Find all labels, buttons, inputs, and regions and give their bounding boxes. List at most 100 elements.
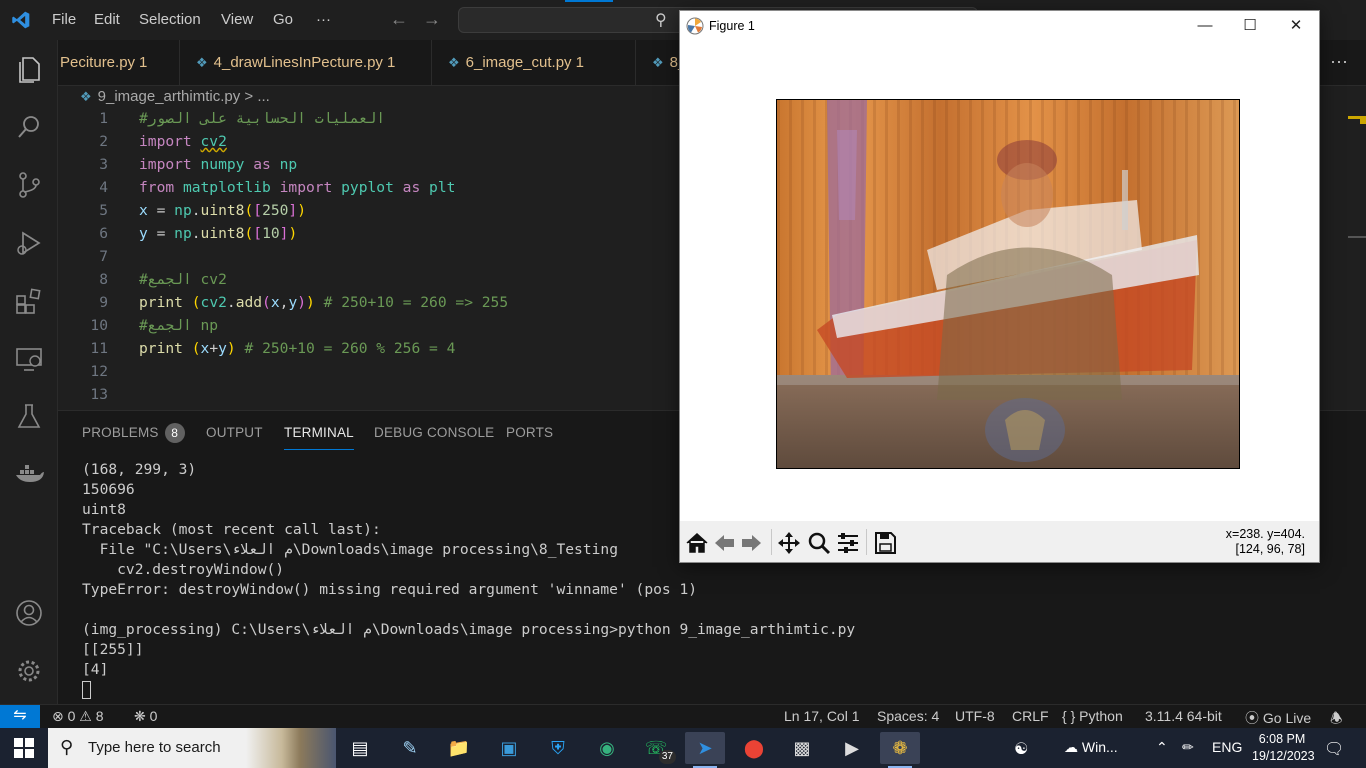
menu-edit[interactable]: Edit bbox=[94, 11, 120, 28]
notification-center-icon[interactable]: 🗨 bbox=[1324, 739, 1344, 759]
settings-gear-icon[interactable] bbox=[14, 656, 44, 686]
search-placeholder: Type here to search bbox=[88, 739, 221, 756]
status-cursor-position[interactable]: Ln 17, Col 1 bbox=[784, 708, 860, 724]
tab-problem-count: 1 bbox=[575, 54, 584, 71]
pan-move-icon[interactable] bbox=[776, 530, 802, 556]
account-icon[interactable] bbox=[14, 598, 44, 628]
edge-browser-icon[interactable]: ◉ bbox=[587, 732, 627, 764]
panel-tab-terminal[interactable]: TERMINAL bbox=[284, 425, 354, 450]
vscode-taskbar-icon[interactable]: ➤ bbox=[685, 732, 725, 768]
panel-tab-ports[interactable]: PORTS bbox=[506, 425, 553, 440]
pen-icon[interactable]: ✏ bbox=[1182, 739, 1194, 756]
status-eol[interactable]: CRLF bbox=[1012, 708, 1049, 724]
line-number: 11 bbox=[90, 340, 108, 357]
ports-count: 0 bbox=[149, 708, 158, 724]
python-file-icon: ❖ bbox=[80, 89, 92, 104]
security-shield-icon[interactable]: ⛨ bbox=[538, 732, 578, 764]
tab-image-cut[interactable]: ❖ 6_image_cut.py 1 bbox=[434, 40, 636, 86]
terminal-line: TypeError: destroyWindow() missing requi… bbox=[82, 581, 698, 598]
tab-peciture[interactable]: Peciture.py 1 bbox=[58, 40, 180, 86]
code-editor[interactable]: 1 #العمليات الحسابية على الصور 2 import … bbox=[58, 108, 680, 408]
status-interpreter[interactable]: 3.11.4 64-bit bbox=[1145, 708, 1222, 724]
terminal-line: [4] bbox=[82, 661, 109, 678]
status-language[interactable]: { } Python bbox=[1062, 708, 1123, 724]
taskbar-search-box[interactable]: ⚲ Type here to search bbox=[48, 728, 336, 768]
forward-arrow-icon[interactable]: → bbox=[423, 9, 441, 30]
breadcrumb-rest[interactable]: > ... bbox=[244, 88, 269, 105]
menu-more[interactable]: ··· bbox=[316, 11, 331, 28]
configure-subplots-icon[interactable] bbox=[835, 530, 861, 556]
task-view-icon[interactable]: ▤ bbox=[340, 732, 380, 764]
file-explorer-icon[interactable]: 📁 bbox=[439, 732, 479, 764]
image-axes[interactable] bbox=[776, 99, 1240, 469]
maximize-icon[interactable]: ☐ bbox=[1235, 15, 1265, 37]
app-l-icon[interactable]: ▣ bbox=[489, 732, 529, 764]
code-comment: #الجمع cv2 bbox=[139, 271, 227, 288]
status-golive[interactable]: ⦿ Go Live bbox=[1245, 708, 1311, 728]
figure-canvas[interactable] bbox=[680, 41, 1319, 521]
run-debug-icon[interactable] bbox=[14, 228, 44, 258]
people-icon[interactable]: ☯ bbox=[1014, 739, 1028, 759]
whatsapp-icon[interactable]: ☏ 37 bbox=[636, 732, 676, 764]
search-icon[interactable] bbox=[14, 112, 44, 142]
panel-tab-problems[interactable]: PROBLEMS 8 bbox=[82, 423, 185, 443]
remote-explorer-icon[interactable] bbox=[14, 344, 44, 374]
forward-arrow-icon[interactable] bbox=[738, 530, 764, 556]
toolbar-separator bbox=[771, 529, 772, 555]
accent-strip bbox=[565, 0, 613, 2]
toolbar-separator bbox=[866, 529, 867, 555]
line-number: 6 bbox=[99, 225, 108, 242]
clock-time: 6:08 PM bbox=[1258, 732, 1306, 746]
chrome-icon[interactable]: ⬤ bbox=[734, 732, 774, 764]
editor-overview-ruler[interactable] bbox=[1320, 86, 1366, 408]
home-icon[interactable] bbox=[684, 530, 710, 556]
save-disk-icon[interactable] bbox=[872, 530, 898, 556]
breadcrumb-file[interactable]: 9_image_arthimtic.py bbox=[98, 88, 241, 105]
editor-scrollbar[interactable] bbox=[1348, 236, 1366, 238]
weather-widget[interactable]: ☁ Win... bbox=[1064, 739, 1118, 756]
terminal-cmd-icon[interactable]: ▩ bbox=[782, 732, 822, 764]
code-comment: # 250+10 = 260 % 256 = 4 bbox=[244, 340, 456, 357]
status-errors[interactable]: ⊗ 0 ⚠ 8 bbox=[52, 708, 104, 725]
remote-indicator-icon[interactable]: ⇋ bbox=[0, 705, 40, 729]
code-line: 11 print (x+y) # 250+10 = 260 % 256 = 4 bbox=[58, 340, 678, 363]
menu-view[interactable]: View bbox=[221, 11, 253, 28]
minimize-icon[interactable]: — bbox=[1190, 15, 1220, 37]
menu-go[interactable]: Go bbox=[273, 11, 293, 28]
more-actions-icon[interactable]: ··· bbox=[1330, 51, 1348, 72]
search-highlight-image bbox=[246, 728, 336, 768]
source-control-icon[interactable] bbox=[14, 170, 44, 200]
menu-selection[interactable]: Selection bbox=[139, 11, 201, 28]
windows-start-icon[interactable] bbox=[14, 738, 34, 758]
show-hidden-icons-chevron-icon[interactable]: ⌃ bbox=[1156, 739, 1168, 756]
taskbar-clock[interactable]: 6:08 PM 19/12/2023 bbox=[1252, 731, 1315, 765]
docker-icon[interactable] bbox=[14, 460, 44, 490]
extensions-icon[interactable] bbox=[14, 286, 44, 316]
explorer-icon[interactable] bbox=[14, 54, 44, 84]
terminal-prompt[interactable] bbox=[82, 681, 855, 701]
notepad-app-icon[interactable]: ✎ bbox=[390, 732, 430, 764]
figure-title: Figure 1 bbox=[709, 19, 755, 33]
code-line: 9 print (cv2.add(x,y)) # 250+10 = 260 =>… bbox=[58, 294, 678, 317]
status-indentation[interactable]: Spaces: 4 bbox=[877, 708, 939, 724]
line-number: 10 bbox=[90, 317, 108, 334]
matplotlib-figure-icon[interactable]: ❁ bbox=[880, 732, 920, 768]
zoom-magnifier-icon[interactable] bbox=[806, 530, 832, 556]
input-language[interactable]: ENG bbox=[1212, 739, 1242, 755]
status-encoding[interactable]: UTF-8 bbox=[955, 708, 995, 724]
close-icon[interactable]: ✕ bbox=[1281, 15, 1311, 37]
figure-titlebar[interactable]: Figure 1 — ☐ ✕ bbox=[680, 11, 1319, 41]
panel-tab-debug-console[interactable]: DEBUG CONSOLE bbox=[374, 425, 494, 440]
testing-flask-icon[interactable] bbox=[14, 402, 44, 432]
back-arrow-icon[interactable]: ← bbox=[390, 9, 408, 30]
code-text: y = np.uint8([10]) bbox=[139, 225, 298, 242]
back-arrow-icon[interactable] bbox=[712, 530, 738, 556]
python-file-icon: ❖ bbox=[196, 55, 208, 70]
line-number: 2 bbox=[99, 133, 108, 150]
search-icon: ⚲ bbox=[60, 737, 74, 757]
menu-file[interactable]: File bbox=[52, 11, 76, 28]
status-ports[interactable]: ❋ 0 bbox=[134, 708, 157, 725]
media-player-icon[interactable]: ▶ bbox=[832, 732, 872, 764]
tab-draw-lines[interactable]: ❖ 4_drawLinesInPecture.py 1 bbox=[182, 40, 432, 86]
panel-tab-output[interactable]: OUTPUT bbox=[206, 425, 263, 440]
